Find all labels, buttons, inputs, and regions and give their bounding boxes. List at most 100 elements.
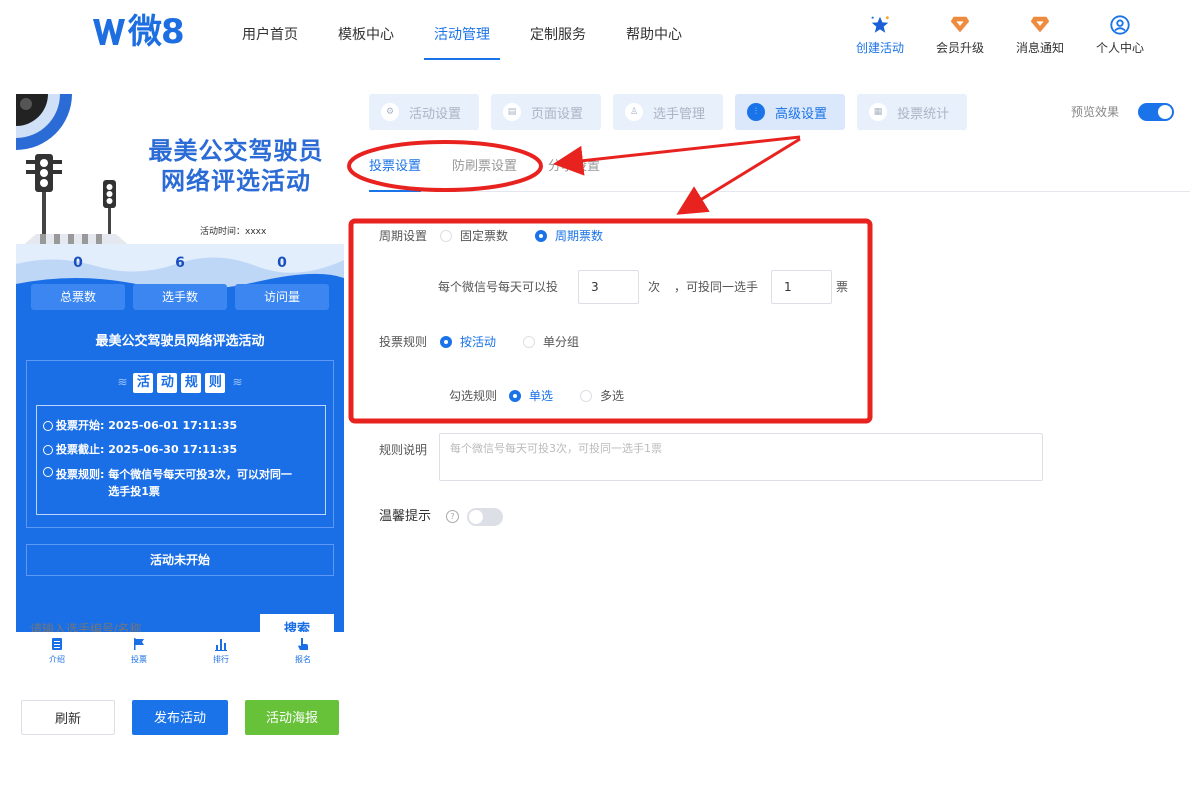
member-upgrade-label: 会员升级	[935, 41, 984, 55]
tip-label: 温馨提示	[379, 509, 432, 524]
radio-dot	[580, 390, 592, 402]
stat-visits: 0 访问量	[232, 244, 332, 314]
menu-item-help[interactable]: 帮助中心	[606, 0, 702, 60]
phone-title-line1: 最美公交驾驶员	[148, 137, 324, 165]
same-contestant-text: ，可投同一选手	[674, 280, 759, 294]
same-contestant-input[interactable]	[771, 270, 832, 304]
user-center-label: 个人中心	[1095, 41, 1144, 55]
publish-activity-button[interactable]: 发布活动	[132, 700, 228, 735]
main-menu: 用户首页 模板中心 活动管理 定制服务 帮助中心	[222, 0, 702, 60]
step-vote-statistics[interactable]: ▦ 投票统计	[857, 94, 968, 130]
tab-label: 介绍	[49, 655, 65, 664]
step-advanced-settings[interactable]: ⫶ 高级设置	[735, 94, 846, 130]
rule-value: 2025-06-01 17:11:35	[108, 419, 238, 432]
refresh-button[interactable]: 刷新	[21, 700, 115, 735]
radio-single-select[interactable]: 单选	[509, 388, 553, 404]
radio-fixed-votes[interactable]: 固定票数	[440, 228, 508, 244]
tip-toggle[interactable]	[467, 508, 503, 526]
step-page-settings[interactable]: ▤ 页面设置	[491, 94, 602, 130]
rule-value: 2025-06-30 17:11:35	[108, 443, 238, 456]
radio-label: 单分组	[543, 335, 580, 349]
tab-intro[interactable]: 介绍	[16, 632, 98, 674]
daily-votes-input[interactable]	[578, 270, 639, 304]
menu-item-custom[interactable]: 定制服务	[510, 0, 606, 60]
tab-signup[interactable]: 报名	[262, 632, 344, 674]
radio-label: 周期票数	[555, 229, 604, 243]
rule-label: 投票截止:	[56, 443, 105, 456]
stat-value: 6	[175, 255, 185, 271]
user-icon	[1110, 15, 1130, 35]
create-activity-button[interactable]: 创建活动	[852, 14, 908, 56]
menu-item-templates[interactable]: 模板中心	[318, 0, 414, 60]
page-icon: ▤	[503, 103, 522, 121]
wave-icon: ≋	[232, 375, 243, 389]
stat-total-votes: 0 总票数	[28, 244, 128, 314]
radio-dot	[440, 336, 452, 348]
rule-vote: 投票规则: 每个微信号每天可投3次，可以对同一选手投1票	[43, 466, 319, 500]
diamond-icon	[950, 16, 970, 33]
tab-vote[interactable]: 投票	[98, 632, 180, 674]
rule-desc-textarea[interactable]	[439, 433, 1043, 481]
radio-dot	[509, 390, 521, 402]
subtab-anti-fraud[interactable]: 防刷票设置	[452, 156, 517, 178]
logo-text: 微8	[128, 12, 185, 52]
daily-votes-text: 每个微信号每天可以投	[438, 280, 559, 294]
radio-label: 多选	[600, 389, 625, 403]
stat-contestants: 6 选手数	[130, 244, 230, 314]
diamond-icon	[1030, 16, 1050, 33]
help-icon[interactable]: ?	[446, 510, 459, 523]
gear-icon: ⚙	[381, 103, 399, 121]
logo-w-icon	[93, 19, 125, 45]
rules-title-char: 活	[133, 373, 154, 393]
person-icon: ♙	[625, 103, 644, 121]
notifications-button[interactable]: 消息通知	[1012, 14, 1068, 56]
phone-tabbar: 介绍 投票 排行 报名	[16, 632, 344, 674]
cycle-label: 周期设置	[379, 229, 428, 243]
clock-icon	[43, 445, 53, 455]
activity-status: 活动未开始	[26, 544, 334, 576]
step-label: 投票统计	[897, 106, 950, 122]
tab-ranking[interactable]: 排行	[180, 632, 262, 674]
radio-cycle-votes[interactable]: 周期票数	[535, 228, 603, 244]
rule-desc-label: 规则说明	[379, 443, 428, 457]
step-contestant-management[interactable]: ♙ 选手管理	[613, 94, 724, 130]
activity-poster-button[interactable]: 活动海报	[245, 700, 339, 735]
preview-toggle[interactable]	[1138, 103, 1174, 121]
votes-unit: 票	[836, 280, 849, 294]
step-label: 页面设置	[531, 106, 584, 122]
radio-dot	[535, 230, 547, 242]
rules-list: 投票开始: 2025-06-01 17:11:35 投票截止: 2025-06-…	[36, 405, 326, 515]
vote-rule-label: 投票规则	[379, 335, 428, 349]
user-center-button[interactable]: 个人中心	[1092, 14, 1148, 56]
member-upgrade-button[interactable]: 会员升级	[932, 14, 988, 56]
step-label: 活动设置	[409, 106, 462, 122]
radio-multi-select[interactable]: 多选	[580, 388, 624, 404]
top-right-actions: 创建活动 会员升级 消息通知 个人中心	[852, 14, 1148, 56]
clock-icon	[43, 421, 53, 431]
step-activity-settings[interactable]: ⚙ 活动设置	[369, 94, 480, 130]
activity-time: 活动时间：xxxx	[200, 227, 267, 237]
times-unit: 次	[648, 280, 661, 294]
radio-by-activity[interactable]: 按活动	[440, 334, 496, 350]
subtab-share[interactable]: 分享设置	[548, 156, 600, 178]
rules-title-char: 则	[205, 373, 226, 393]
radio-label: 单选	[529, 389, 554, 403]
subtab-vote-settings[interactable]: 投票设置	[369, 156, 422, 192]
radio-label: 按活动	[460, 335, 497, 349]
rule-end: 投票截止: 2025-06-30 17:11:35	[43, 438, 319, 462]
document-icon	[52, 638, 62, 650]
stat-value: 0	[277, 255, 287, 271]
star-icon	[871, 16, 889, 33]
top-nav: 微8 用户首页 模板中心 活动管理 定制服务 帮助中心 创建活动 会员升级 消息…	[0, 0, 1200, 72]
phone-preview: 最美公交驾驶员 网络评选活动 活动时间：xxxx 0 总票数 6 选手数 0 访…	[16, 94, 344, 674]
logo[interactable]: 微8	[92, 12, 185, 52]
radio-single-group[interactable]: 单分组	[523, 334, 579, 350]
rules-title-char: 规	[181, 373, 202, 393]
rule-start: 投票开始: 2025-06-01 17:11:35	[43, 414, 319, 438]
menu-item-activities[interactable]: 活动管理	[414, 0, 510, 60]
stat-label: 选手数	[133, 284, 227, 310]
tab-label: 排行	[213, 655, 229, 664]
rule-value: 每个微信号每天可投3次，可以对同一选手投1票	[108, 468, 292, 498]
menu-item-home[interactable]: 用户首页	[222, 0, 318, 60]
rules-box: ≋ 活动规则 ≋ 投票开始: 2025-06-01 17:11:35 投票截止:…	[26, 360, 334, 528]
